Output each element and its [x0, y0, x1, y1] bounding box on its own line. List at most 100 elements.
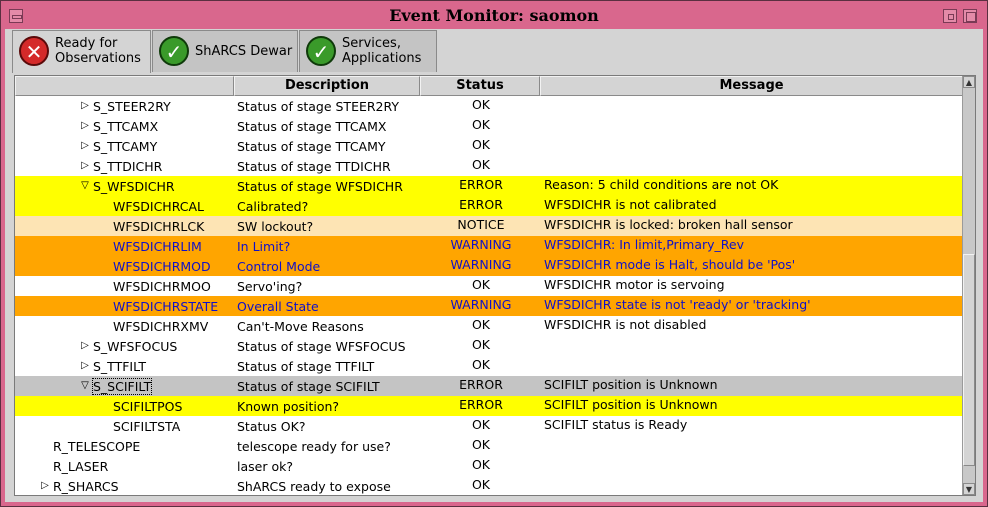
table-row[interactable]: R_TELESCOPE telescope ready for use? OK: [15, 436, 963, 456]
column-header-status[interactable]: Status: [420, 76, 540, 96]
row-message: WFSDICHR is not disabled: [544, 317, 707, 332]
row-name[interactable]: WFSDICHRSTATE: [113, 299, 218, 314]
row-status: ERROR: [459, 197, 503, 212]
minimize-button[interactable]: [943, 9, 957, 23]
row-name[interactable]: S_TTCAMY: [93, 139, 157, 154]
row-name[interactable]: S_STEER2RY: [93, 99, 171, 114]
collapsed-triangle-icon[interactable]: ▷: [79, 340, 91, 352]
collapsed-triangle-icon[interactable]: ▷: [79, 360, 91, 372]
tab-label: Ready for Observations: [55, 36, 141, 66]
row-name[interactable]: WFSDICHRCAL: [113, 199, 204, 214]
collapsed-triangle-icon[interactable]: ▷: [79, 160, 91, 172]
row-name[interactable]: WFSDICHRXMV: [113, 319, 208, 334]
row-status: ERROR: [459, 377, 503, 392]
row-message: WFSDICHR is locked: broken hall sensor: [544, 217, 793, 232]
maximize-button[interactable]: [963, 9, 977, 23]
table-row[interactable]: WFSDICHRLIM In Limit? WARNING WFSDICHR: In …: [15, 236, 963, 256]
row-name[interactable]: S_TTFILT: [93, 359, 146, 374]
row-status: OK: [471, 277, 491, 292]
expanded-triangle-icon[interactable]: ▽: [79, 380, 91, 392]
row-message: WFSDICHR motor is servoing: [544, 277, 725, 292]
row-status: OK: [471, 157, 491, 172]
table-row[interactable]: R_LASER laser ok? OK: [15, 456, 963, 476]
row-description: Status of stage WFSDICHR: [237, 179, 403, 194]
row-name[interactable]: S_WFSFOCUS: [93, 339, 177, 354]
table-row[interactable]: ▷ S_TTCAMX Status of stage TTCAMX OK: [15, 116, 963, 136]
row-status: OK: [471, 457, 491, 472]
table-row[interactable]: WFSDICHRSTATE Overall State WARNING WFSDICH…: [15, 296, 963, 316]
row-description: Calibrated?: [237, 199, 309, 214]
row-description: In Limit?: [237, 239, 291, 254]
row-description: Status of stage WFSFOCUS: [237, 339, 406, 354]
row-name[interactable]: S_SCIFILT: [91, 378, 153, 395]
row-status: NOTICE: [457, 217, 505, 232]
column-header-description[interactable]: Description: [234, 76, 420, 96]
row-description: Control Mode: [237, 259, 321, 274]
collapsed-triangle-icon[interactable]: ▷: [79, 140, 91, 152]
collapsed-triangle-icon[interactable]: ▷: [79, 100, 91, 112]
row-name[interactable]: SCIFILTPOS: [113, 399, 182, 414]
tab-ready-for-observations[interactable]: ✕ Ready for Observations: [12, 30, 151, 73]
row-name[interactable]: WFSDICHRMOO: [113, 279, 211, 294]
row-name[interactable]: R_SHARCS: [53, 479, 119, 494]
tab-label: ShARCS Dewar: [195, 44, 293, 59]
table-row[interactable]: ▷ S_TTCAMY Status of stage TTCAMY OK: [15, 136, 963, 156]
row-status: OK: [471, 437, 491, 452]
row-name[interactable]: WFSDICHRLIM: [113, 239, 202, 254]
table-row[interactable]: ▷ S_TTFILT Status of stage TTFILT OK: [15, 356, 963, 376]
row-message: WFSDICHR mode is Halt, should be 'Pos': [544, 257, 796, 272]
row-name[interactable]: S_WFSDICHR: [93, 179, 175, 194]
event-monitor-window: Event Monitor: saomon ✕ Ready for Observ…: [0, 0, 988, 507]
row-name[interactable]: WFSDICHRLCK: [113, 219, 204, 234]
row-description: Status of stage SCIFILT: [237, 379, 380, 394]
row-description: Status OK?: [237, 419, 306, 434]
expanded-triangle-icon[interactable]: ▽: [79, 180, 91, 192]
row-name[interactable]: S_TTCAMX: [93, 119, 158, 134]
table-row[interactable]: SCIFILTPOS Known position? ERROR SCIFILT po…: [15, 396, 963, 416]
row-status: WARNING: [450, 237, 512, 252]
vertical-scrollbar[interactable]: ▲ ▼: [962, 76, 975, 495]
table-row[interactable]: WFSDICHRMOO Servo'ing? OK WFSDICHR motor is…: [15, 276, 963, 296]
title-bar[interactable]: Event Monitor: saomon: [5, 5, 983, 27]
collapsed-triangle-icon[interactable]: ▷: [79, 120, 91, 132]
table-row[interactable]: WFSDICHRXMV Can't-Move Reasons OK WFSDICHR …: [15, 316, 963, 336]
row-status: OK: [471, 97, 491, 112]
row-status: OK: [471, 337, 491, 352]
table-row[interactable]: ▷ S_TTDICHR Status of stage TTDICHR OK: [15, 156, 963, 176]
table-row[interactable]: SCIFILTSTA Status OK? OK SCIFILT status is …: [15, 416, 963, 436]
collapsed-triangle-icon[interactable]: ▷: [39, 480, 51, 492]
table-row[interactable]: ▽ S_WFSDICHR Status of stage WFSDICHR ERROR…: [15, 176, 963, 196]
row-description: Status of stage STEER2RY: [237, 99, 400, 114]
row-message: WFSDICHR state is not 'ready' or 'tracki…: [544, 297, 811, 312]
row-name[interactable]: R_LASER: [53, 459, 108, 474]
ok-check-icon: ✓: [159, 36, 189, 66]
tab-label: Services, Applications: [342, 36, 422, 66]
row-message: WFSDICHR: In limit,Primary_Rev: [544, 237, 745, 252]
row-name[interactable]: S_TTDICHR: [93, 159, 162, 174]
row-status: ERROR: [459, 397, 503, 412]
error-x-icon: ✕: [19, 36, 49, 66]
table-row[interactable]: WFSDICHRLCK SW lockout? NOTICE WFSDICHR is …: [15, 216, 963, 236]
row-name[interactable]: R_TELESCOPE: [53, 439, 140, 454]
scroll-up-arrow-icon[interactable]: ▲: [963, 76, 975, 88]
row-message: SCIFILT position is Unknown: [544, 397, 718, 412]
table-row[interactable]: WFSDICHRCAL Calibrated? ERROR WFSDICHR is n…: [15, 196, 963, 216]
column-header-name[interactable]: [15, 76, 234, 96]
tab-services-applications[interactable]: ✓ Services, Applications: [299, 30, 437, 72]
row-description: Status of stage TTCAMY: [237, 139, 386, 154]
row-description: ShARCS ready to expose: [237, 479, 391, 494]
row-status: ERROR: [459, 177, 503, 192]
row-name[interactable]: SCIFILTSTA: [113, 419, 180, 434]
tab-sharcs-dewar[interactable]: ✓ ShARCS Dewar: [152, 30, 298, 72]
table-row[interactable]: ▷ S_STEER2RY Status of stage STEER2RY OK: [15, 96, 963, 116]
row-status: OK: [471, 117, 491, 132]
table-row[interactable]: WFSDICHRMOD Control Mode WARNING WFSDICHR m…: [15, 256, 963, 276]
table-row[interactable]: ▽ S_SCIFILT Status of stage SCIFILT ERROR SC…: [15, 376, 963, 396]
table-row[interactable]: ▷ S_WFSFOCUS Status of stage WFSFOCUS OK: [15, 336, 963, 356]
row-name[interactable]: WFSDICHRMOD: [113, 259, 211, 274]
scroll-down-arrow-icon[interactable]: ▼: [963, 483, 975, 495]
row-message: WFSDICHR is not calibrated: [544, 197, 717, 212]
column-header-message[interactable]: Message: [540, 76, 963, 96]
table-row[interactable]: ▷ R_SHARCS ShARCS ready to expose OK: [15, 476, 963, 495]
scrollbar-thumb[interactable]: [963, 254, 975, 466]
